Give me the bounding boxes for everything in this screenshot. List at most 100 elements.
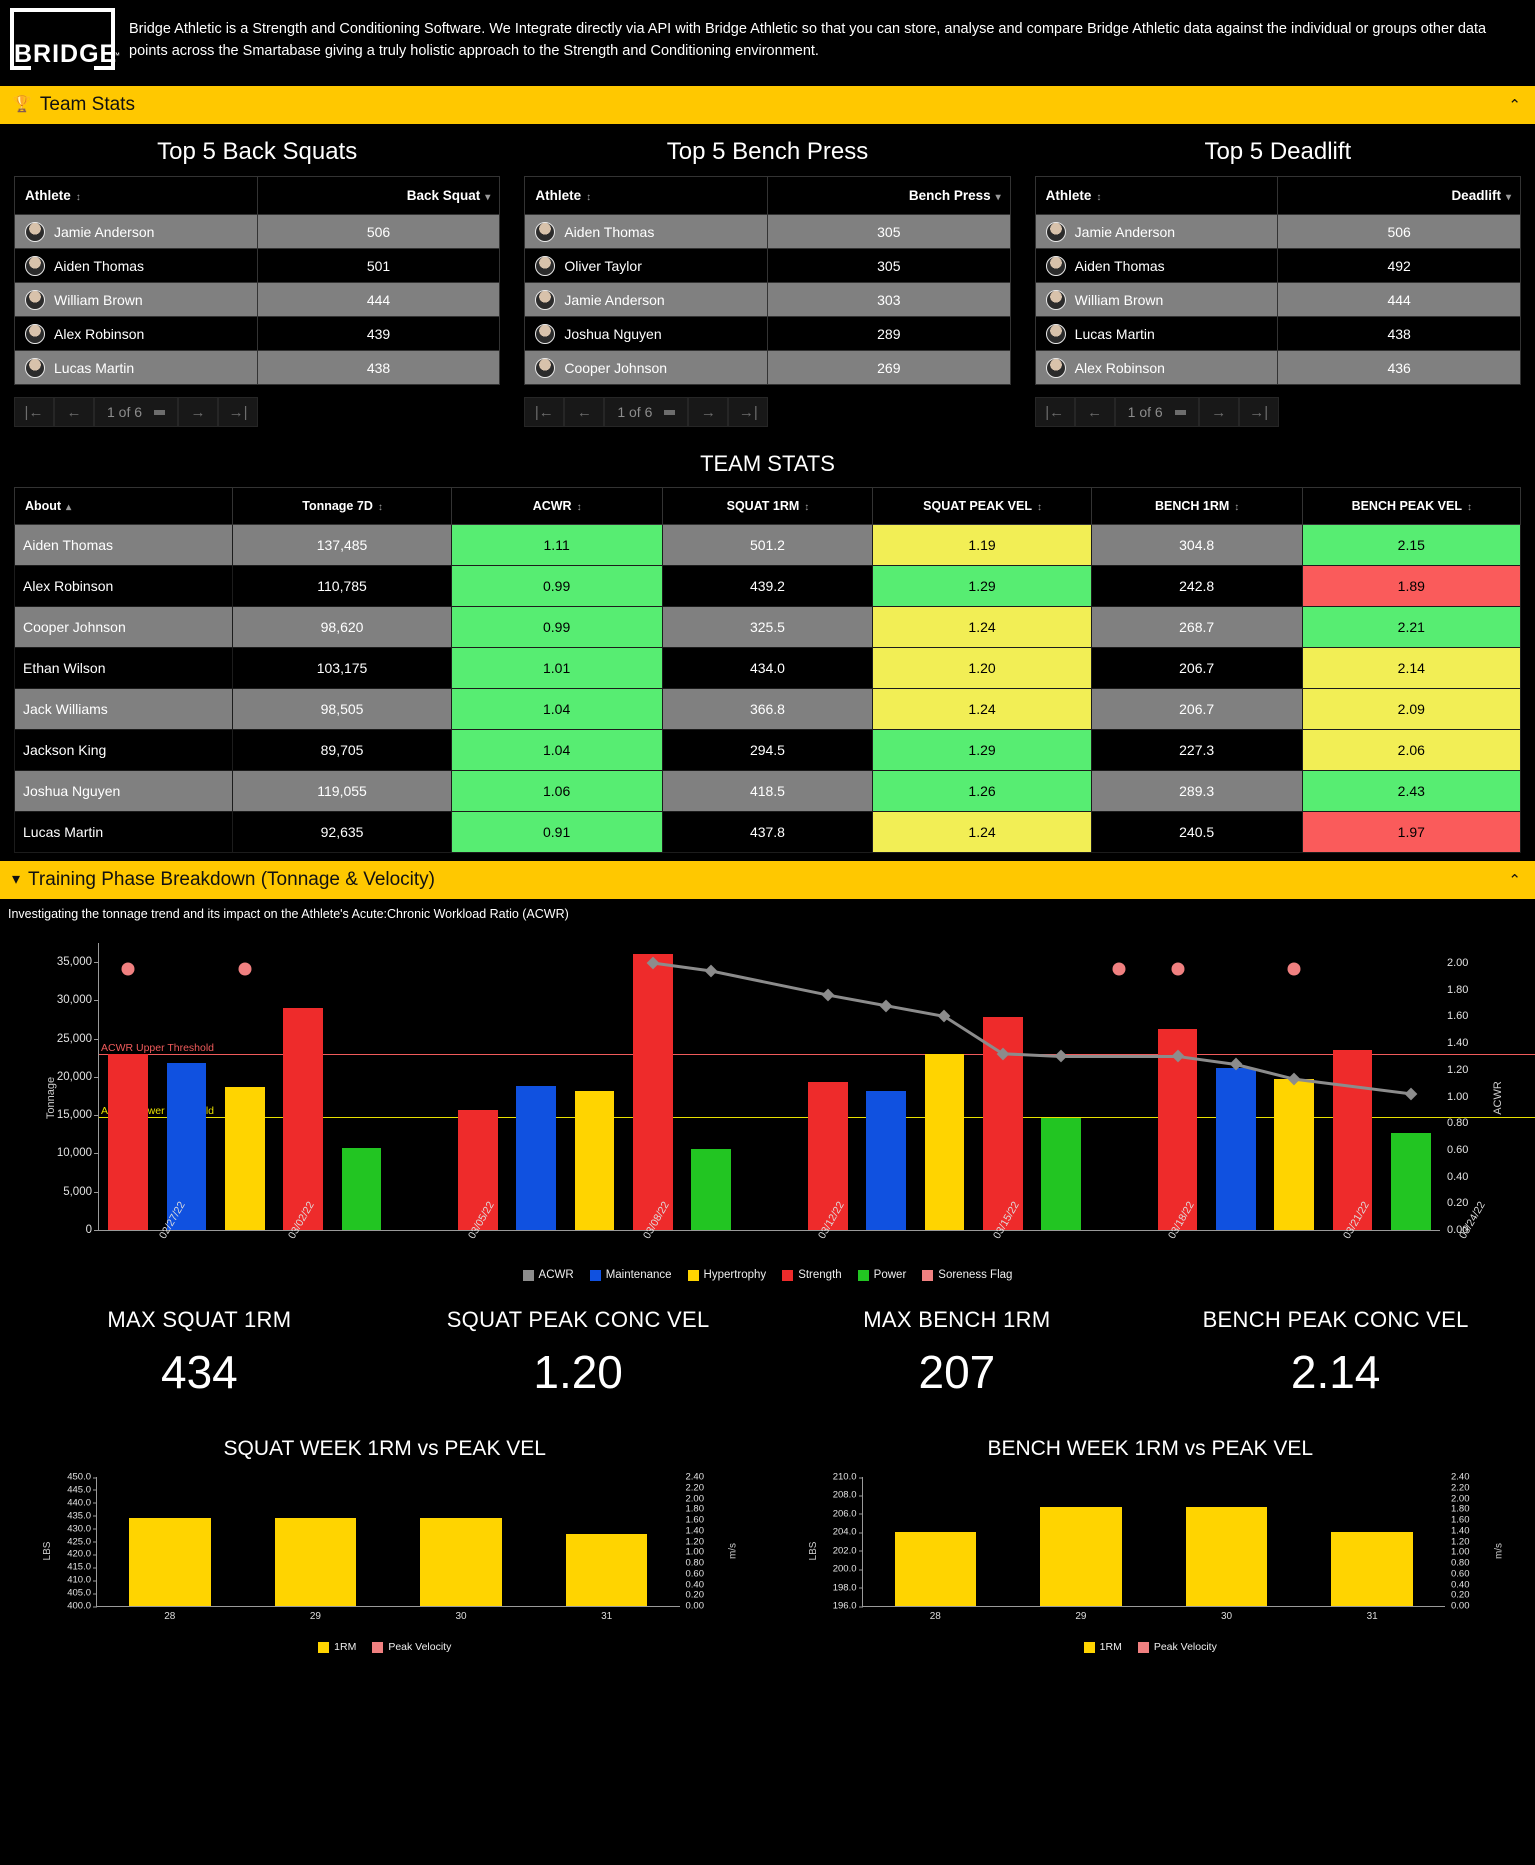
chevron-down-icon[interactable]: ▾ [996, 192, 1001, 203]
table-row[interactable]: Cooper Johnson 98,620 0.99 325.5 1.24 268.7 2.… [13, 606, 1522, 648]
table-row[interactable]: Ethan Wilson 103,175 1.01 434.0 1.20 206.7 2.1… [13, 647, 1522, 689]
table-row[interactable]: Jackson King 89,705 1.04 294.5 1.29 227.3 2.06 [13, 729, 1522, 771]
section-header-team-stats[interactable]: 🏆 Team Stats ⌃ [0, 86, 1535, 124]
table-row[interactable]: Joshua Nguyen 119,055 1.06 418.5 1.26 289.3 2.… [13, 770, 1522, 812]
table-row[interactable]: Lucas Martin 438 [14, 350, 501, 385]
chart-bar-1rm[interactable] [1040, 1507, 1122, 1606]
table-row[interactable]: Aiden Thomas 501 [14, 248, 501, 283]
sort-icon[interactable]: ↕ [1234, 502, 1239, 513]
table-row[interactable]: Aiden Thomas 492 [1034, 248, 1521, 283]
chart-bar-1rm[interactable] [1185, 1507, 1268, 1606]
chart-bar-hypertrophy[interactable] [574, 1091, 615, 1230]
last-page-button[interactable]: →| [218, 397, 259, 427]
col-header-tonnage-7d[interactable]: Tonnage 7D ↕ [232, 487, 452, 525]
chart-bar-1rm[interactable] [420, 1518, 502, 1606]
chart-bar-strength[interactable] [108, 1053, 148, 1230]
chevron-down-icon[interactable]: ▾ [485, 192, 490, 203]
soreness-flag-marker[interactable] [121, 962, 135, 976]
chart-bar-power[interactable] [1391, 1132, 1431, 1230]
chart-bar-1rm[interactable] [894, 1532, 977, 1606]
chart-bar-power[interactable] [341, 1148, 382, 1230]
col-header-bench-peak-vel[interactable]: BENCH PEAK VEL ↕ [1301, 487, 1522, 525]
first-page-button[interactable]: |← [1034, 397, 1075, 427]
col-header-value[interactable]: Bench Press ▾ [766, 176, 1011, 215]
chart-bar-1rm[interactable] [274, 1518, 357, 1606]
chart-bar-maintenance[interactable] [1216, 1067, 1256, 1230]
table-row[interactable]: Joshua Nguyen 289 [524, 316, 1011, 351]
legend-item[interactable]: 1RM [1083, 1641, 1122, 1653]
sort-icon[interactable]: ↕ [76, 192, 81, 203]
chevron-down-icon[interactable]: ▾ [1506, 192, 1511, 203]
first-page-button[interactable]: |← [524, 397, 565, 427]
next-page-button[interactable]: → [1198, 397, 1239, 427]
table-row[interactable]: Jamie Anderson 506 [1034, 214, 1521, 249]
section-header-training-phase[interactable]: ▾ Training Phase Breakdown (Tonnage & Ve… [0, 861, 1535, 899]
legend-item[interactable]: Peak Velocity [372, 1641, 451, 1653]
legend-item[interactable]: Maintenance [589, 1269, 672, 1281]
legend-item[interactable]: Soreness Flag [922, 1269, 1012, 1281]
prev-page-button[interactable]: ← [1074, 397, 1115, 427]
table-row[interactable]: William Brown 444 [1034, 282, 1521, 317]
legend-item[interactable]: Peak Velocity [1137, 1641, 1217, 1653]
chart-bar-1rm[interactable] [129, 1518, 211, 1606]
col-header-squat-peak-vel[interactable]: SQUAT PEAK VEL ↕ [872, 487, 1092, 525]
sort-icon[interactable]: ↕ [1467, 502, 1472, 513]
sort-icon[interactable]: ↕ [378, 502, 383, 513]
sort-icon[interactable]: ↕ [1096, 192, 1101, 203]
table-row[interactable]: Oliver Taylor 305 [524, 248, 1011, 283]
next-page-button[interactable]: → [178, 397, 219, 427]
legend-item[interactable]: 1RM [318, 1641, 356, 1653]
chart-bar-1rm[interactable] [1331, 1532, 1413, 1606]
chart-bar-hypertrophy[interactable] [224, 1087, 265, 1230]
legend-item[interactable]: Hypertrophy [687, 1269, 766, 1281]
table-row[interactable]: Alex Robinson 436 [1034, 350, 1521, 385]
col-header-about[interactable]: About ▴ [13, 487, 234, 525]
legend-item[interactable]: Power [857, 1269, 906, 1281]
table-row[interactable]: Alex Robinson 110,785 0.99 439.2 1.29 242.8 1.… [13, 565, 1522, 607]
chevron-up-icon[interactable]: ⌃ [1508, 96, 1521, 114]
col-header-value[interactable]: Deadlift ▾ [1277, 176, 1521, 215]
chart-bar-strength[interactable] [283, 1008, 323, 1230]
chart-bar-power[interactable] [691, 1148, 731, 1230]
next-page-button[interactable]: → [688, 397, 729, 427]
chart-bar-hypertrophy[interactable] [924, 1053, 965, 1230]
legend-item[interactable]: Strength [782, 1269, 842, 1281]
table-row[interactable]: Cooper Johnson 269 [524, 350, 1011, 385]
table-row[interactable]: Aiden Thomas 137,485 1.11 501.2 1.19 304.8 2.1… [13, 524, 1522, 566]
col-header-bench-1rm[interactable]: BENCH 1RM ↕ [1090, 487, 1303, 525]
soreness-flag-marker[interactable] [1112, 962, 1126, 976]
table-row[interactable]: Aiden Thomas 305 [524, 214, 1011, 249]
sort-icon[interactable]: ↕ [586, 192, 591, 203]
chart-bar-maintenance[interactable] [866, 1090, 906, 1230]
sort-asc-icon[interactable]: ▴ [66, 502, 71, 513]
sort-icon[interactable]: ↕ [804, 502, 809, 513]
chart-bar-1rm[interactable] [565, 1533, 648, 1606]
col-header-squat-1rm[interactable]: SQUAT 1RM ↕ [661, 487, 874, 525]
chart-bar-strength[interactable] [633, 953, 673, 1230]
table-row[interactable]: Lucas Martin 92,635 0.91 437.8 1.24 240.5 1.97 [13, 811, 1522, 853]
table-row[interactable]: Alex Robinson 439 [14, 316, 501, 351]
soreness-flag-marker[interactable] [238, 962, 252, 976]
soreness-flag-marker[interactable] [1171, 962, 1185, 976]
table-row[interactable]: Jack Williams 98,505 1.04 366.8 1.24 206.7 2.0… [13, 688, 1522, 730]
col-header-athlete[interactable]: Athlete ↕ [14, 176, 258, 215]
prev-page-button[interactable]: ← [564, 397, 605, 427]
first-page-button[interactable]: |← [14, 397, 54, 427]
last-page-button[interactable]: →| [728, 397, 769, 427]
chart-bar-maintenance[interactable] [516, 1086, 557, 1230]
table-row[interactable]: Jamie Anderson 303 [524, 282, 1011, 317]
col-header-athlete[interactable]: Athlete ↕ [1034, 176, 1279, 215]
last-page-button[interactable]: →| [1238, 397, 1279, 427]
col-header-value[interactable]: Back Squat ▾ [256, 176, 501, 215]
sort-icon[interactable]: ↕ [1037, 502, 1042, 513]
prev-page-button[interactable]: ← [54, 397, 94, 427]
table-row[interactable]: Lucas Martin 438 [1034, 316, 1521, 351]
soreness-flag-marker[interactable] [1287, 962, 1301, 976]
sort-icon[interactable]: ↕ [577, 502, 582, 513]
chart-bar-power[interactable] [1041, 1117, 1081, 1230]
legend-item[interactable]: ACWR [522, 1269, 574, 1281]
chevron-up-icon[interactable]: ⌃ [1508, 871, 1521, 889]
col-header-athlete[interactable]: Athlete ↕ [524, 176, 768, 215]
table-row[interactable]: William Brown 444 [14, 282, 501, 317]
chart-bar-hypertrophy[interactable] [1274, 1079, 1315, 1230]
